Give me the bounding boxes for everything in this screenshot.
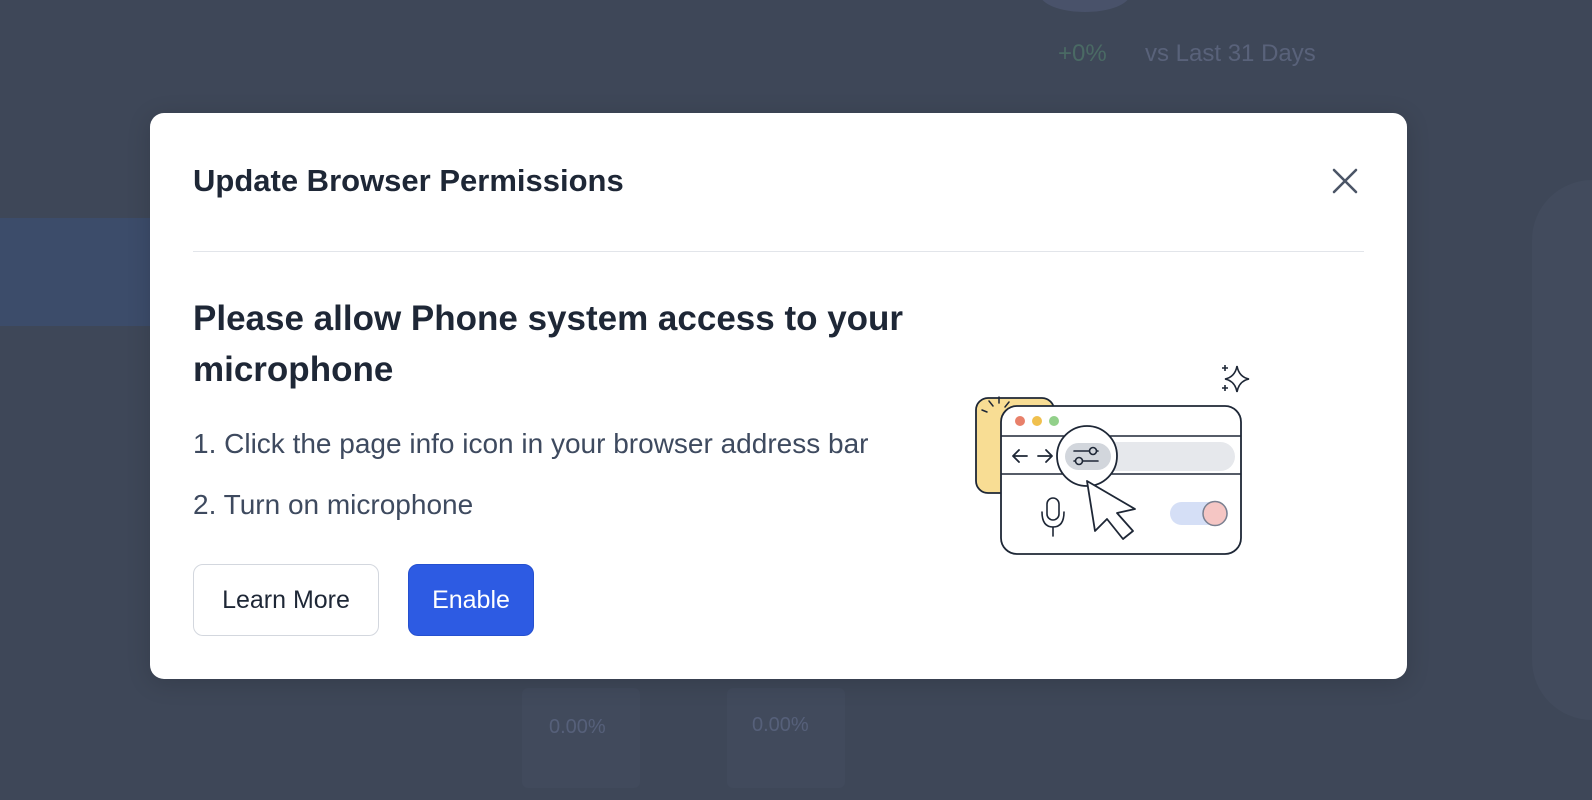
instruction-step-1: 1. Click the page info icon in your brow… [193,428,869,459]
window-dot-green [1049,416,1059,426]
instruction-step-2: 2. Turn on microphone [193,489,474,520]
background-stat-value [1040,0,1130,12]
window-dot-yellow [1032,416,1042,426]
enable-button[interactable]: Enable [408,564,534,636]
background-trend-value: +0% [1058,40,1107,67]
permission-heading: Please allow Phone system access to your… [193,299,904,389]
modal-header: Update Browser Permissions [193,113,1364,252]
browser-permissions-illustration [975,365,1250,555]
background-stat-1: 0.00% [549,716,606,738]
sparkle-icon [1222,365,1250,393]
background-chart-arc [1532,180,1592,720]
close-button[interactable] [1326,162,1364,200]
background-card [727,688,845,788]
close-icon [1332,168,1358,194]
window-dot-red [1015,416,1025,426]
learn-more-button[interactable]: Learn More [193,564,379,636]
background-comparison-text: vs Last 31 Days [1145,40,1316,67]
background-stat-2: 0.00% [752,714,809,736]
background-highlight-band [0,218,158,326]
modal-title: Update Browser Permissions [193,163,624,198]
permissions-modal: Update Browser Permissions Please allow … [150,113,1407,679]
toggle-knob [1202,500,1228,527]
